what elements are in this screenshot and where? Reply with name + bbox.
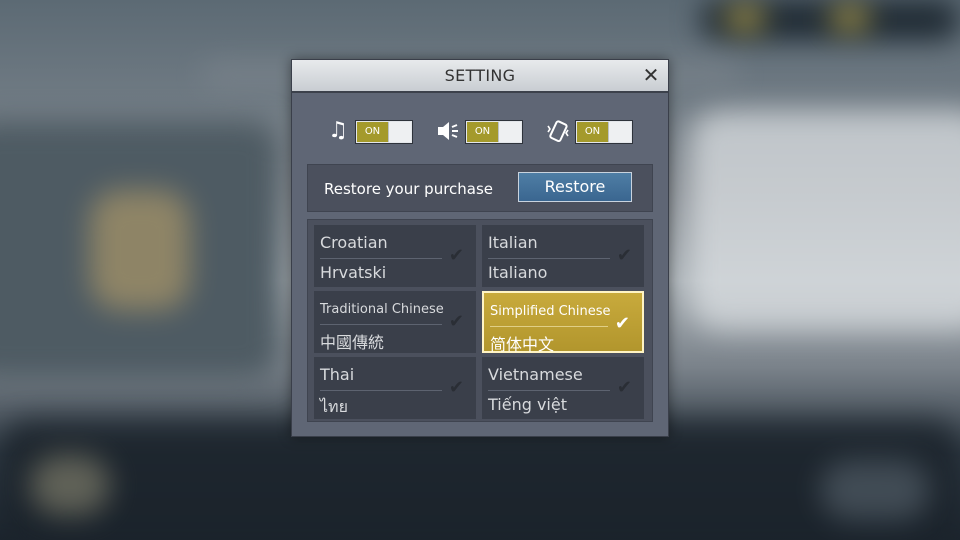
restore-button[interactable]: Restore xyxy=(518,172,632,202)
divider xyxy=(490,326,608,327)
restore-purchase-label: Restore your purchase xyxy=(324,180,494,198)
language-english-name: Croatian xyxy=(320,233,388,252)
divider xyxy=(320,324,442,325)
checkmark-icon: ✔ xyxy=(614,313,630,334)
divider xyxy=(320,390,442,391)
toggle-knob xyxy=(498,122,521,142)
language-english-name: Italian xyxy=(488,233,538,252)
vibration-icon xyxy=(545,118,571,144)
language-option-thai[interactable]: Thai ไทย ✔ xyxy=(314,357,476,419)
language-native-name: 简体中文 xyxy=(490,335,555,354)
language-option-traditional-chinese[interactable]: Traditional Chinese 中國傳統 ✔ xyxy=(314,291,476,353)
restore-purchase-row: Restore your purchase Restore xyxy=(307,164,653,212)
music-toggle[interactable]: ON xyxy=(355,120,413,144)
vibration-toggle-group: ON xyxy=(545,118,635,144)
dialog-title: SETTING xyxy=(444,66,516,85)
toggle-state-label: ON xyxy=(467,122,498,142)
language-list: Croatian Hrvatski ✔ Italian Italiano ✔ T… xyxy=(307,219,653,422)
settings-dialog: SETTING ✕ ♫ ON ON ON Restore your purcha… xyxy=(291,59,669,437)
music-toggle-group: ♫ ON xyxy=(325,118,415,144)
checkmark-icon: ✔ xyxy=(616,245,632,266)
language-native-name: Hrvatski xyxy=(320,263,387,282)
language-option-croatian[interactable]: Croatian Hrvatski ✔ xyxy=(314,225,476,287)
language-english-name: Traditional Chinese xyxy=(320,302,444,317)
checkmark-icon: ✔ xyxy=(448,245,464,266)
language-native-name: Tiếng việt xyxy=(488,395,567,414)
sound-toggle-group: ON xyxy=(435,118,525,144)
language-english-name: Thai xyxy=(320,365,355,384)
checkmark-icon: ✔ xyxy=(448,311,464,332)
language-native-name: 中國傳統 xyxy=(320,333,385,352)
checkmark-icon: ✔ xyxy=(616,377,632,398)
vibration-toggle[interactable]: ON xyxy=(575,120,633,144)
language-option-simplified-chinese[interactable]: Simplified Chinese 简体中文 ✔ xyxy=(482,291,644,354)
language-option-vietnamese[interactable]: Vietnamese Tiếng việt ✔ xyxy=(482,357,644,419)
divider xyxy=(488,390,610,391)
speaker-icon xyxy=(435,118,461,144)
checkmark-icon: ✔ xyxy=(448,377,464,398)
close-icon[interactable]: ✕ xyxy=(640,63,662,87)
language-native-name: Italiano xyxy=(488,263,548,282)
sound-toggle[interactable]: ON xyxy=(465,120,523,144)
language-native-name: ไทย xyxy=(320,397,348,416)
divider xyxy=(488,258,610,259)
music-note-icon: ♫ xyxy=(328,118,348,143)
dialog-titlebar: SETTING ✕ xyxy=(292,60,668,93)
toggle-knob xyxy=(388,122,411,142)
toggle-state-label: ON xyxy=(577,122,608,142)
language-option-italian[interactable]: Italian Italiano ✔ xyxy=(482,225,644,287)
toggle-state-label: ON xyxy=(357,122,388,142)
language-english-name: Simplified Chinese xyxy=(490,304,611,319)
divider xyxy=(320,258,442,259)
language-english-name: Vietnamese xyxy=(488,365,583,384)
toggle-knob xyxy=(608,122,631,142)
